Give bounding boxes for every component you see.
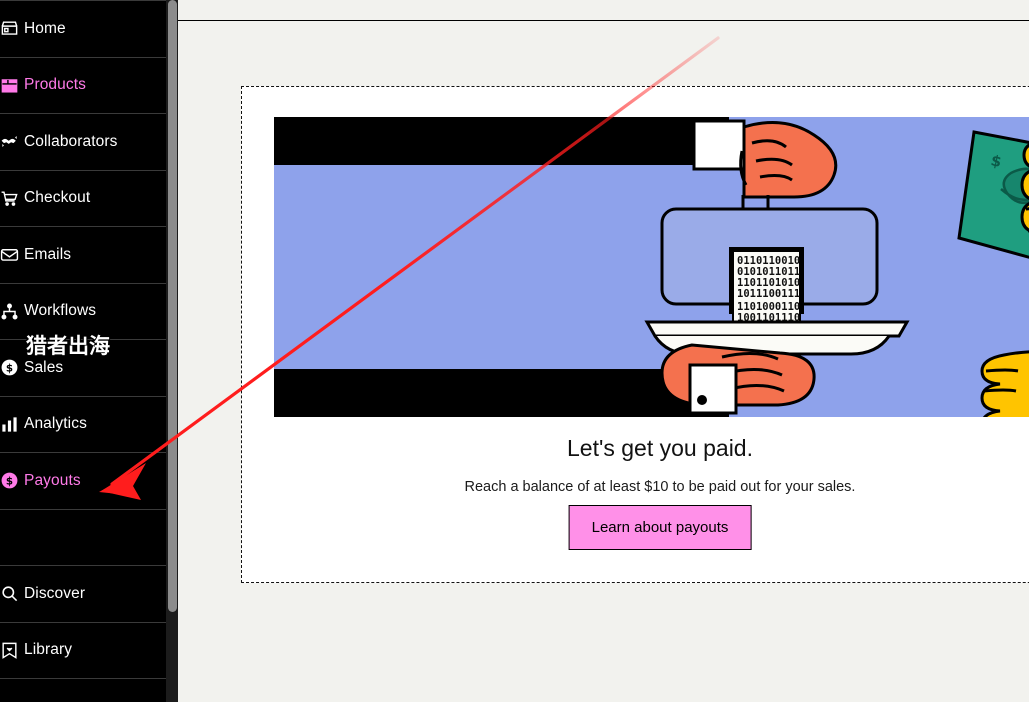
- sidebar-item-label: Workflows: [24, 302, 97, 320]
- payouts-empty-state-card: 0110110010 0101011011 1101101010 1011100…: [241, 86, 1029, 583]
- sidebar-item-home[interactable]: Home: [0, 0, 166, 57]
- sidebar-item-products[interactable]: Products: [0, 56, 166, 114]
- sidebar-scrollbar-track[interactable]: [166, 0, 178, 702]
- sidebar-item-workflows[interactable]: Workflows: [0, 282, 166, 340]
- sidebar-item-discover[interactable]: Discover: [0, 565, 166, 622]
- app-window: Home Products Collaborators Checkout Ema…: [0, 0, 1029, 702]
- sidebar-item-collaborators[interactable]: Collaborators: [0, 113, 166, 170]
- payout-illustration: 0110110010 0101011011 1101101010 1011100…: [274, 117, 1029, 417]
- main-content: 0110110010 0101011011 1101101010 1011100…: [178, 0, 1029, 702]
- sidebar-item-library[interactable]: Library: [0, 621, 166, 679]
- dollar-circle-icon: $: [0, 358, 24, 377]
- empty-state-title: Let's get you paid.: [567, 435, 753, 461]
- envelope-icon: [0, 245, 24, 264]
- sidebar-item-label: Checkout: [24, 189, 91, 207]
- storefront-icon: [0, 19, 24, 38]
- sidebar-item-spacer: [0, 508, 166, 566]
- sidebar-item-label: Home: [24, 19, 66, 37]
- svg-text:1011100111: 1011100111: [737, 288, 800, 300]
- sidebar-scrollbar-thumb[interactable]: [168, 0, 177, 612]
- bar-chart-icon: [0, 415, 24, 434]
- sidebar-item-payouts[interactable]: $ Payouts: [0, 452, 166, 509]
- dollar-circle-icon: $: [0, 471, 24, 490]
- svg-text:$: $: [5, 476, 12, 488]
- empty-state-subtitle: Reach a balance of at least $10 to be pa…: [464, 479, 856, 495]
- sidebar-item-emails[interactable]: Emails: [0, 226, 166, 283]
- shopping-cart-icon: [0, 189, 24, 208]
- sidebar: Home Products Collaborators Checkout Ema…: [0, 0, 166, 702]
- sidebar-item-label: Collaborators: [24, 132, 118, 150]
- svg-text:$: $: [5, 363, 12, 375]
- sidebar-item-spacer-bottom: [0, 678, 166, 702]
- bookmark-icon: [0, 641, 24, 660]
- handshake-icon: [0, 132, 24, 151]
- sidebar-item-label: Library: [24, 641, 73, 659]
- workflow-icon: [0, 302, 24, 321]
- sidebar-item-label: Analytics: [24, 415, 87, 433]
- sidebar-item-checkout[interactable]: Checkout: [0, 169, 166, 227]
- sidebar-item-label: Payouts: [24, 471, 81, 489]
- sidebar-item-label: Emails: [24, 245, 72, 263]
- sidebar-item-analytics[interactable]: Analytics: [0, 395, 166, 453]
- sidebar-item-label: Discover: [24, 584, 86, 602]
- payout-illustration-svg: 0110110010 0101011011 1101101010 1011100…: [274, 117, 1029, 417]
- sidebar-item-label: Products: [24, 76, 86, 94]
- box-icon: [0, 76, 24, 95]
- sidebar-item-label: Sales: [24, 358, 64, 376]
- sidebar-item-sales[interactable]: $ Sales: [0, 339, 166, 396]
- search-icon: [0, 584, 24, 603]
- learn-about-payouts-button[interactable]: Learn about payouts: [568, 505, 752, 550]
- page-header-divider: [178, 0, 1029, 21]
